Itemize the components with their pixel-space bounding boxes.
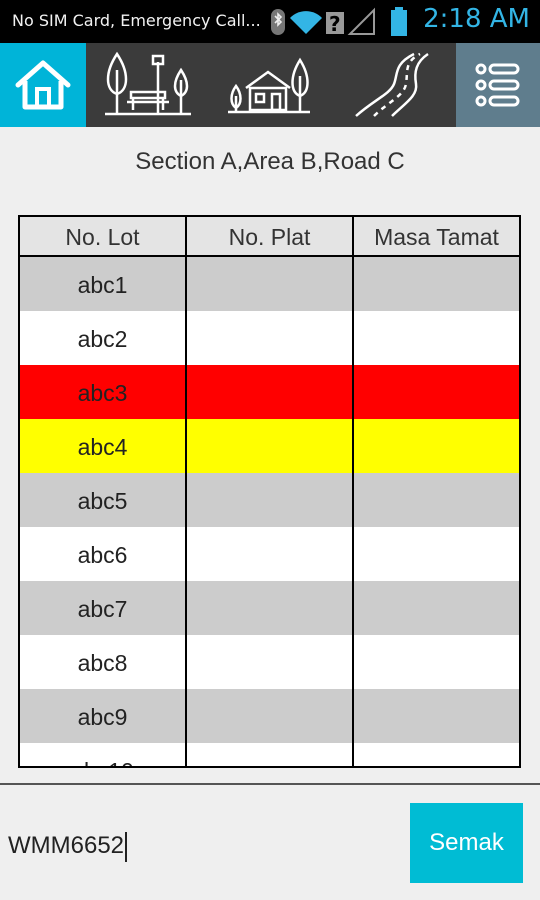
- cell-lot: abc1: [20, 257, 187, 311]
- cell-masa: [354, 311, 519, 365]
- road-icon: [355, 52, 429, 117]
- top-nav: [0, 43, 540, 127]
- table-row[interactable]: abc9: [20, 689, 519, 743]
- data-unknown-icon: ?: [326, 12, 344, 36]
- cell-plat: [187, 635, 354, 689]
- table-row[interactable]: abc3: [20, 365, 519, 419]
- status-bar: No SIM Card, Emergency Call... ? 2:18 AM: [0, 0, 540, 43]
- table-row[interactable]: abc1: [20, 257, 519, 311]
- divider: [0, 783, 540, 785]
- cell-masa: [354, 257, 519, 311]
- signal-icon: [347, 7, 375, 35]
- plate-input[interactable]: WMM6652: [8, 826, 388, 866]
- cell-plat: [187, 419, 354, 473]
- cell-lot: abc4: [20, 419, 187, 473]
- cell-plat: [187, 689, 354, 743]
- cell-masa: [354, 581, 519, 635]
- header-no-plat: No. Plat: [187, 217, 354, 255]
- plate-input-value: WMM6652: [8, 832, 125, 859]
- clock: 2:18 AM: [423, 4, 530, 34]
- cell-lot: abc7: [20, 581, 187, 635]
- cell-masa: [354, 743, 519, 766]
- cell-lot: abc9: [20, 689, 187, 743]
- nav-road-button[interactable]: [328, 43, 456, 127]
- cell-lot: abc5: [20, 473, 187, 527]
- table-header: No. Lot No. Plat Masa Tamat: [20, 217, 519, 257]
- table-row[interactable]: abc2: [20, 311, 519, 365]
- cell-plat: [187, 527, 354, 581]
- table-row[interactable]: abc6: [20, 527, 519, 581]
- table-row[interactable]: abc5: [20, 473, 519, 527]
- cell-plat: [187, 311, 354, 365]
- battery-icon: [391, 7, 407, 36]
- nav-park-button[interactable]: [86, 43, 210, 127]
- lot-table[interactable]: No. Lot No. Plat Masa Tamat abc1 abc2 abc3…: [18, 215, 521, 768]
- cell-masa: [354, 473, 519, 527]
- cell-masa: [354, 689, 519, 743]
- home-icon: [15, 60, 71, 110]
- cell-plat: [187, 473, 354, 527]
- cell-lot: abc8: [20, 635, 187, 689]
- section-title: Section A,Area B,Road C: [135, 148, 405, 175]
- table-row[interactable]: abc4: [20, 419, 519, 473]
- table-row[interactable]: abc10: [20, 743, 519, 766]
- park-icon: [105, 51, 191, 116]
- nav-home-button[interactable]: [0, 43, 86, 127]
- cell-masa: [354, 527, 519, 581]
- header-masa-tamat: Masa Tamat: [374, 224, 499, 250]
- cell-lot: abc2: [20, 311, 187, 365]
- cell-plat: [187, 365, 354, 419]
- cell-lot: abc3: [20, 365, 187, 419]
- house-icon: [228, 57, 310, 114]
- semak-button[interactable]: Semak: [410, 803, 523, 883]
- list-menu-icon: [475, 63, 520, 107]
- text-cursor: [125, 831, 128, 862]
- cell-lot: abc6: [20, 527, 187, 581]
- carrier-text: No SIM Card, Emergency Call...: [12, 11, 261, 30]
- nav-housing-button[interactable]: [210, 43, 328, 127]
- table-row[interactable]: abc7: [20, 581, 519, 635]
- status-icons: ?: [271, 7, 407, 36]
- svg-text:?: ?: [329, 12, 341, 36]
- table-body: abc1abc2abc3abc4abc5abc6abc7abc8abc9abc1…: [20, 257, 519, 766]
- nav-menu-button[interactable]: [456, 43, 540, 127]
- wifi-icon: [290, 11, 322, 34]
- cell-plat: [187, 581, 354, 635]
- cell-masa: [354, 635, 519, 689]
- table-row[interactable]: abc8: [20, 635, 519, 689]
- cell-masa: [354, 365, 519, 419]
- cell-masa: [354, 419, 519, 473]
- cell-lot: abc10: [20, 743, 187, 766]
- header-no-lot: No. Lot: [20, 217, 187, 255]
- bluetooth-icon: [271, 9, 285, 35]
- cell-plat: [187, 257, 354, 311]
- cell-plat: [187, 743, 354, 766]
